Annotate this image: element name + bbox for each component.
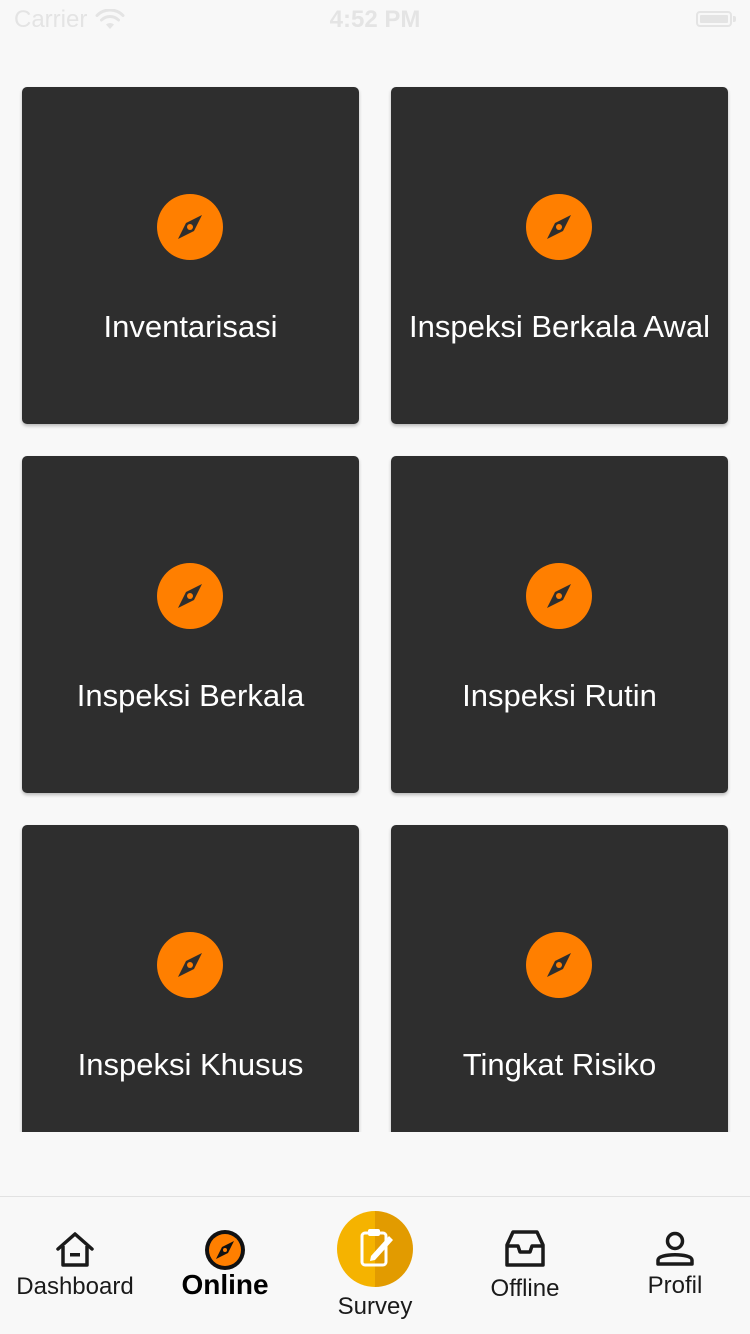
status-bar: Carrier 4:52 PM [0, 0, 750, 40]
screen: Carrier 4:52 PM Inventarisasi Inspeksi B… [0, 0, 750, 1334]
battery-icon [696, 11, 736, 27]
card-label: Inspeksi Rutin [462, 678, 657, 713]
card-inspeksi-khusus[interactable]: Inspeksi Khusus [22, 825, 359, 1132]
nav-offline[interactable]: Offline [450, 1197, 600, 1334]
card-label: Inspeksi Berkala Awal [409, 309, 710, 344]
compass-icon [526, 932, 592, 998]
card-label: Inventarisasi [103, 309, 278, 344]
nav-survey[interactable]: Survey [300, 1197, 450, 1334]
compass-icon [157, 932, 223, 998]
card-tingkat-risiko[interactable]: Tingkat Risiko [391, 825, 728, 1132]
nav-survey-label: Survey [337, 1293, 413, 1320]
compass-icon [526, 194, 592, 260]
card-inspeksi-berkala-awal[interactable]: Inspeksi Berkala Awal [391, 87, 728, 424]
content-area[interactable]: Inventarisasi Inspeksi Berkala Awal Insp… [0, 40, 750, 1132]
compass-icon [157, 194, 223, 260]
card-label: Tingkat Risiko [462, 1047, 657, 1082]
nav-online[interactable]: Online [150, 1197, 300, 1334]
edit-clipboard-icon [360, 1229, 393, 1267]
nav-offline-label: Offline [490, 1275, 560, 1302]
nav-dashboard[interactable]: Dashboard [0, 1197, 150, 1334]
compass-icon [205, 1230, 245, 1270]
compass-icon [157, 563, 223, 629]
card-inventarisasi[interactable]: Inventarisasi [22, 87, 359, 424]
nav-profil[interactable]: Profil [600, 1197, 750, 1334]
compass-icon [526, 563, 592, 629]
menu-grid: Inventarisasi Inspeksi Berkala Awal Insp… [22, 87, 728, 1132]
card-label: Inspeksi Khusus [77, 1047, 304, 1082]
status-time: 4:52 PM [329, 6, 421, 33]
home-icon [56, 1232, 94, 1267]
inbox-icon [505, 1230, 545, 1267]
survey-button[interactable] [337, 1211, 413, 1287]
card-inspeksi-rutin[interactable]: Inspeksi Rutin [391, 456, 728, 793]
person-icon [656, 1231, 694, 1266]
card-inspeksi-berkala[interactable]: Inspeksi Berkala [22, 456, 359, 793]
nav-dashboard-label: Dashboard [16, 1273, 134, 1300]
nav-online-label: Online [181, 1269, 269, 1300]
card-label: Inspeksi Berkala [76, 678, 305, 713]
nav-profil-label: Profil [647, 1272, 703, 1299]
bottom-nav: Dashboard Online Survey Offline Profil [0, 1196, 750, 1334]
